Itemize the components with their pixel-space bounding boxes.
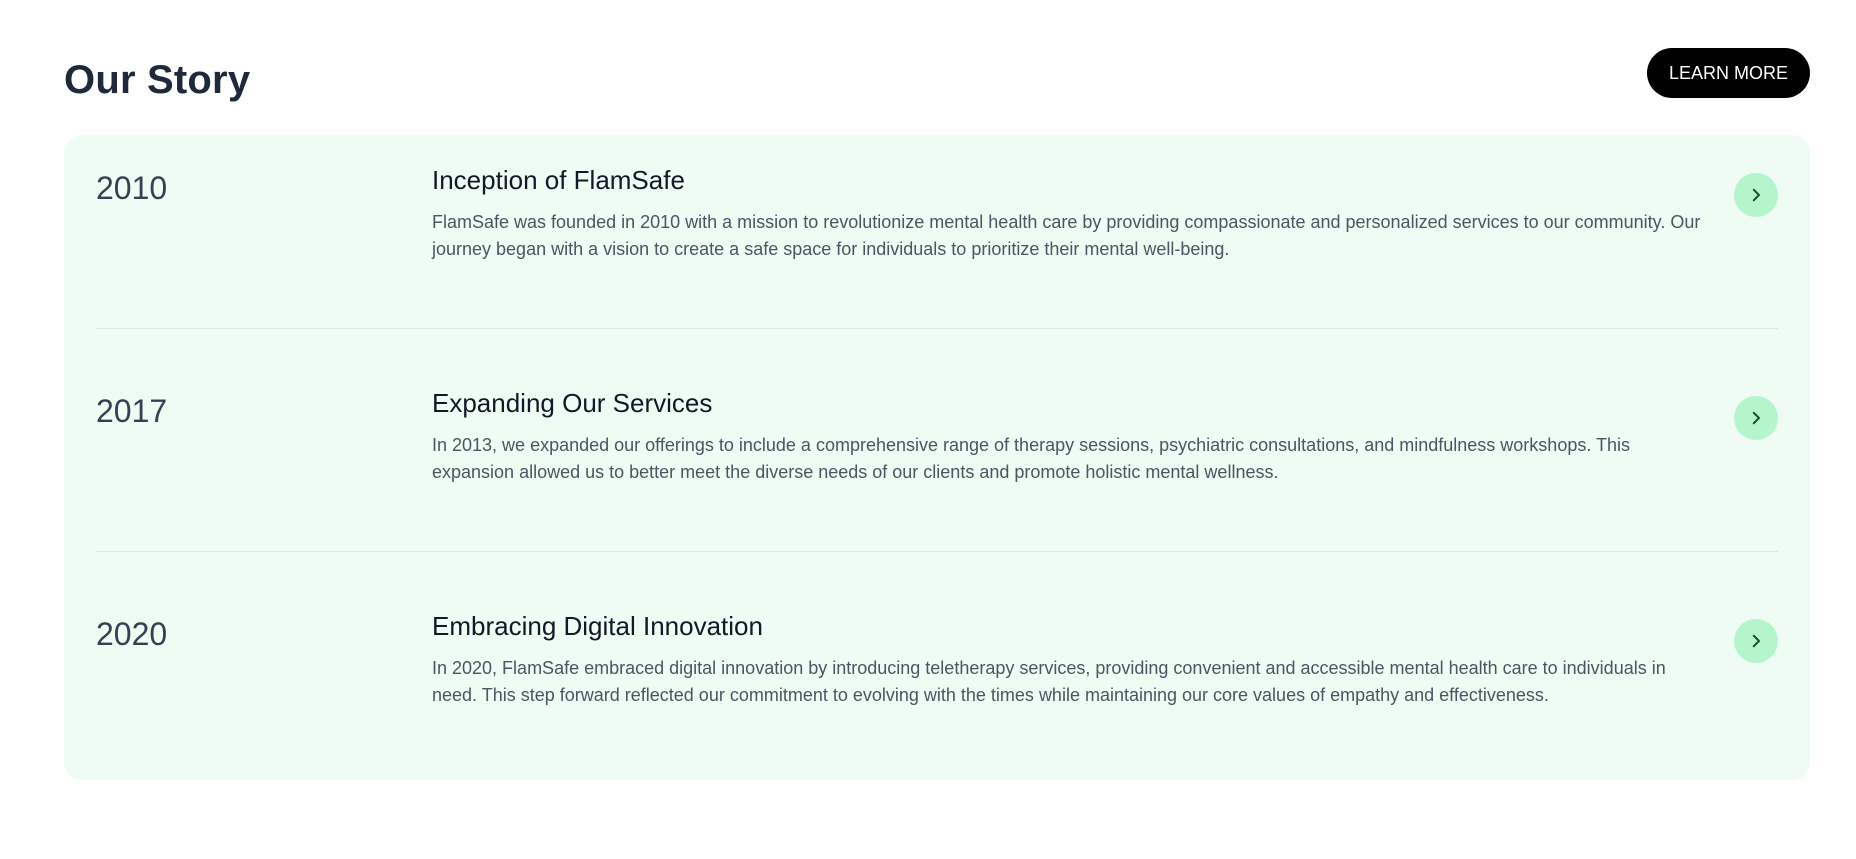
timeline-arrow-button[interactable] bbox=[1734, 173, 1778, 217]
timeline-content: Inception of FlamSafe FlamSafe was found… bbox=[432, 163, 1702, 263]
learn-more-button[interactable]: LEARN MORE bbox=[1646, 48, 1810, 98]
timeline-description: FlamSafe was founded in 2010 with a miss… bbox=[432, 212, 1701, 259]
chevron-right-icon bbox=[1752, 411, 1760, 425]
timeline-arrow-button[interactable] bbox=[1734, 396, 1778, 440]
timeline-content: Expanding Our Services In 2013, we expan… bbox=[432, 386, 1702, 486]
timeline-title: Embracing Digital Innovation bbox=[432, 611, 763, 641]
page-title: Our Story bbox=[64, 58, 251, 102]
timeline-description: In 2013, we expanded our offerings to in… bbox=[432, 435, 1631, 482]
timeline-item: 2010 Inception of FlamSafe FlamSafe was … bbox=[96, 163, 1778, 329]
timeline-year: 2020 bbox=[96, 616, 168, 652]
timeline-title: Expanding Our Services bbox=[432, 388, 713, 418]
timeline-item: 2017 Expanding Our Services In 2013, we … bbox=[96, 386, 1778, 552]
chevron-right-icon bbox=[1752, 188, 1760, 202]
story-timeline-card: 2010 Inception of FlamSafe FlamSafe was … bbox=[64, 135, 1810, 780]
timeline-year: 2010 bbox=[96, 170, 168, 206]
chevron-right-icon bbox=[1752, 634, 1760, 648]
story-header: Our Story LEARN MORE bbox=[64, 48, 1810, 104]
timeline-description: In 2020, FlamSafe embraced digital innov… bbox=[432, 658, 1666, 705]
timeline-title: Inception of FlamSafe bbox=[432, 165, 685, 195]
timeline-content: Embracing Digital Innovation In 2020, Fl… bbox=[432, 609, 1702, 709]
timeline-year: 2017 bbox=[96, 393, 168, 429]
timeline-arrow-button[interactable] bbox=[1734, 619, 1778, 663]
timeline-item: 2020 Embracing Digital Innovation In 202… bbox=[96, 609, 1778, 775]
